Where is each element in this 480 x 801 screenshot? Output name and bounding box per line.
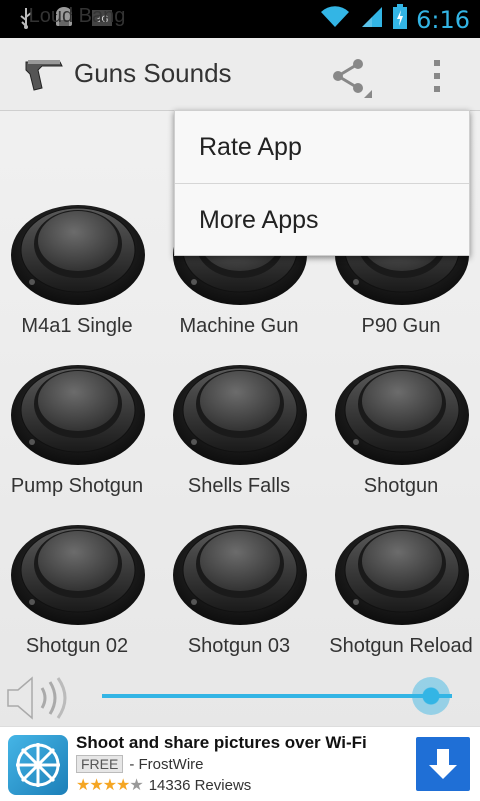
overflow-menu-icon xyxy=(434,60,440,92)
free-badge: FREE xyxy=(76,755,124,773)
sound-button-label: M4a1 Single xyxy=(21,315,133,337)
sound-button-label: Machine Gun xyxy=(179,315,299,337)
battery-icon xyxy=(392,4,408,35)
ad-title[interactable]: Shoot and share pictures over Wi-Fi xyxy=(76,733,367,753)
ad-subtitle: FREE - FrostWire xyxy=(76,755,204,773)
sound-button-label: Shells Falls xyxy=(187,475,291,497)
sound-button-cell[interactable]: Shotgun 02 xyxy=(2,520,152,680)
sound-button-cell[interactable]: Shotgun 03 xyxy=(164,520,314,680)
round-sound-button[interactable] xyxy=(172,360,308,466)
app-title: Guns Sounds xyxy=(74,58,232,88)
round-sound-button[interactable] xyxy=(10,520,146,626)
ad-publisher: - FrostWire xyxy=(129,755,204,773)
sound-button-label: Shotgun 02 xyxy=(25,635,129,657)
sound-button-label: Shotgun 03 xyxy=(187,635,291,657)
sound-button-cell[interactable]: M4a1 Single xyxy=(2,200,152,360)
sound-button-cell[interactable]: Loud Bang xyxy=(2,0,152,50)
sound-button-label: Pump Shotgun xyxy=(10,475,144,497)
star-icon: ★ xyxy=(102,777,117,794)
round-sound-button[interactable] xyxy=(334,520,470,626)
ad-banner[interactable]: Shoot and share pictures over Wi-Fi FREE… xyxy=(0,726,480,801)
volume-slider-thumb[interactable] xyxy=(412,677,450,715)
clock: 6:16 xyxy=(416,5,470,34)
star-empty-icon: ★ xyxy=(129,777,143,794)
review-count: 14336 Reviews xyxy=(148,776,252,794)
sound-button-label: Shotgun Reload xyxy=(329,635,473,657)
overflow-menu-button[interactable] xyxy=(418,52,458,100)
round-sound-button[interactable] xyxy=(10,200,146,306)
menu-item-rate-app[interactable]: Rate App xyxy=(175,111,469,183)
signal-icon xyxy=(358,5,384,34)
share-icon xyxy=(333,59,372,98)
sound-button-cell[interactable]: Shotgun xyxy=(326,360,476,520)
pistol-icon[interactable] xyxy=(24,52,68,96)
overflow-dropdown-menu: Rate App More Apps xyxy=(174,110,470,256)
menu-item-more-apps[interactable]: More Apps xyxy=(175,184,469,256)
sound-button-label: Shotgun xyxy=(363,475,439,497)
star-icon: ★ xyxy=(76,777,90,794)
wifi-icon xyxy=(320,5,350,34)
star-icon: ★ xyxy=(89,777,103,794)
sound-button-cell[interactable]: Shells Falls xyxy=(164,360,314,520)
sound-button-label: Loud Bang xyxy=(28,5,126,27)
share-button[interactable] xyxy=(326,52,376,100)
download-button[interactable] xyxy=(416,737,470,791)
frostwire-logo[interactable] xyxy=(8,735,68,795)
round-sound-button[interactable] xyxy=(172,520,308,626)
sound-button-label: P90 Gun xyxy=(361,315,441,337)
round-sound-button[interactable] xyxy=(334,360,470,466)
round-sound-button[interactable] xyxy=(10,360,146,466)
download-icon xyxy=(429,749,457,779)
sound-button-cell[interactable]: Pump Shotgun xyxy=(2,360,152,520)
rating-stars: ★★★★★ xyxy=(76,775,144,795)
sound-button-cell[interactable]: Shotgun Reload xyxy=(326,520,476,680)
star-half-icon: ★ xyxy=(116,777,130,794)
ad-rating: ★★★★★ 14336 Reviews xyxy=(76,775,251,795)
volume-slider-track[interactable] xyxy=(102,694,452,698)
speaker-icon xyxy=(6,676,76,720)
